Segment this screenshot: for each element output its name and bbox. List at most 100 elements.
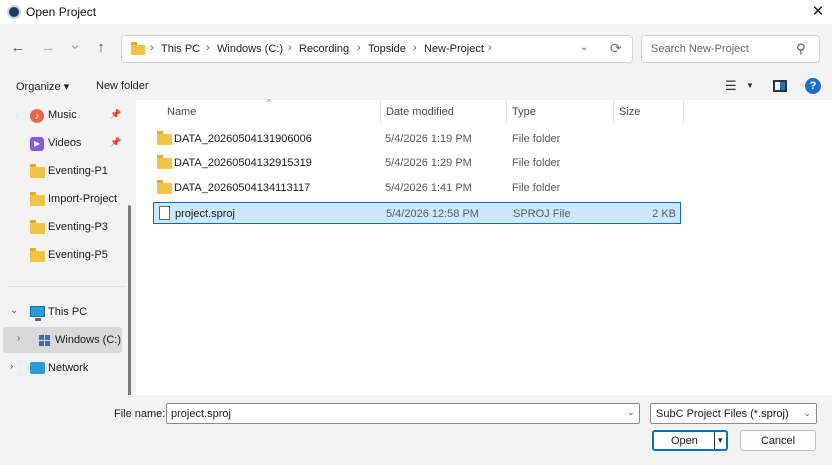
navigation-bar: ← → ⌄ ↑ › This PC › Windows (C:) › Recor… (0, 24, 832, 72)
cancel-button[interactable]: Cancel (740, 430, 816, 451)
file-type: SPROJ File (513, 208, 571, 220)
folder-icon (157, 180, 172, 194)
column-divider[interactable] (683, 100, 684, 124)
chevron-right-icon[interactable]: › (17, 333, 20, 344)
sidebar-item-videos[interactable]: ▶ Videos 📌 (0, 130, 124, 156)
sidebar-item-label: Eventing-P1 (48, 165, 108, 177)
sidebar-item-label: Eventing-P5 (48, 249, 108, 261)
file-name: DATA_20260504134113117 (174, 182, 311, 194)
view-dropdown-icon[interactable]: ▼ (746, 81, 754, 90)
column-header-type[interactable]: Type (512, 106, 536, 118)
file-date: 5/4/2026 1:41 PM (385, 182, 472, 194)
breadcrumb-recording[interactable]: Recording (299, 43, 349, 55)
pc-icon (30, 306, 45, 321)
file-name-field[interactable] (166, 403, 640, 424)
file-date: 5/4/2026 12:58 PM (386, 208, 479, 220)
chevron-right-icon[interactable]: › (10, 361, 13, 372)
file-type: File folder (512, 133, 561, 145)
table-row[interactable]: DATA_20260504131906006 5/4/2026 1:19 PM … (153, 128, 681, 150)
app-icon (7, 5, 21, 19)
sidebar-item-label: Network (48, 362, 89, 374)
column-header-date-modified[interactable]: Date modified (386, 106, 454, 118)
sidebar-item-eventing-p1[interactable]: Eventing-P1 (0, 158, 124, 184)
sidebar-item-label: Music (48, 109, 77, 121)
sidebar-item-label: Eventing-P3 (48, 221, 108, 233)
breadcrumb-separator-icon: › (413, 42, 417, 54)
search-placeholder: Search New-Project (651, 43, 749, 55)
column-divider[interactable] (613, 100, 614, 124)
pin-icon: 📌 (110, 137, 122, 147)
file-name-label: File name: (114, 408, 166, 420)
refresh-icon[interactable]: ⟳ (610, 40, 622, 57)
file-name-dropdown-icon[interactable]: ⌄ (627, 407, 635, 418)
pin-icon: 📌 (110, 109, 122, 119)
drive-icon (39, 335, 53, 347)
window-title: Open Project (26, 5, 97, 19)
sidebar-item-music[interactable]: ♪ Music 📌 (0, 102, 124, 128)
sidebar-divider (8, 286, 126, 287)
open-dropdown-icon[interactable]: ▾ (718, 435, 723, 446)
sidebar-item-import-project[interactable]: Import-Project (0, 186, 124, 212)
address-bar[interactable]: › This PC › Windows (C:) › Recording › T… (121, 35, 633, 63)
sidebar-item-label: Windows (C:) (55, 334, 122, 346)
breadcrumb-windows-c[interactable]: Windows (C:) (217, 43, 283, 55)
back-arrow-icon[interactable]: ← (8, 38, 28, 58)
close-icon[interactable]: ✕ (808, 2, 828, 22)
file-size: 2 KB (652, 208, 676, 220)
chevron-down-icon[interactable]: ⌄ (10, 305, 18, 316)
videos-icon: ▶ (30, 137, 44, 151)
open-button[interactable]: Open ▾ (652, 430, 728, 451)
folder-icon (157, 155, 172, 169)
open-button-label: Open (671, 435, 698, 447)
search-icon[interactable]: ⚲ (796, 41, 806, 57)
table-row[interactable]: DATA_20260504132915319 5/4/2026 1:29 PM … (153, 152, 681, 174)
sidebar-item-windows-c[interactable]: › Windows (C:) (3, 327, 122, 353)
up-arrow-icon[interactable]: ↑ (91, 38, 111, 58)
file-type: File folder (512, 182, 561, 194)
chevron-down-icon: ⌄ (803, 408, 811, 418)
preview-pane-icon[interactable] (773, 80, 787, 92)
sidebar-item-this-pc[interactable]: ⌄ This PC (0, 299, 124, 325)
forward-arrow-icon[interactable]: → (38, 38, 58, 58)
table-row[interactable]: DATA_20260504134113117 5/4/2026 1:41 PM … (153, 177, 681, 199)
column-divider[interactable] (380, 100, 381, 124)
column-divider[interactable] (506, 100, 507, 124)
sidebar-item-network[interactable]: › Network (0, 355, 124, 381)
folder-icon (30, 248, 45, 262)
new-folder-button[interactable]: New folder (96, 80, 149, 92)
file-type-select[interactable]: SubC Project Files (*.sproj) ⌄ (650, 403, 817, 424)
view-options-icon[interactable]: ☰ (725, 78, 737, 94)
folder-icon (30, 220, 45, 234)
file-date: 5/4/2026 1:29 PM (385, 157, 472, 169)
sidebar-item-label: Import-Project (48, 193, 118, 205)
file-type-filter-value: SubC Project Files (*.sproj) (656, 408, 789, 420)
breadcrumb-new-project[interactable]: New-Project (424, 43, 484, 55)
breadcrumb-separator-icon: › (357, 42, 361, 54)
sidebar-item-eventing-p5[interactable]: Eventing-P5 (0, 242, 124, 268)
file-name: DATA_20260504131906006 (174, 133, 312, 145)
search-input[interactable]: Search New-Project ⚲ (641, 35, 820, 63)
breadcrumb-separator-icon: › (488, 42, 492, 54)
file-type: File folder (512, 157, 561, 169)
help-icon[interactable]: ? (805, 78, 821, 94)
command-bar: Organize ▾ New folder ☰ ▼ ? (0, 72, 832, 100)
file-icon (159, 206, 170, 220)
file-name: DATA_20260504132915319 (174, 157, 312, 169)
table-row-selected[interactable]: project.sproj 5/4/2026 12:58 PM SPROJ Fi… (153, 202, 681, 224)
split-divider (714, 432, 715, 449)
column-header-size[interactable]: Size (619, 106, 640, 118)
sidebar-item-eventing-p3[interactable]: Eventing-P3 (0, 214, 124, 240)
recent-locations-icon[interactable]: ⌄ (65, 35, 85, 55)
sidebar-item-label: Videos (48, 137, 82, 149)
column-header-name[interactable]: Name (167, 106, 196, 118)
folder-icon (157, 131, 172, 145)
breadcrumb-separator-icon: › (288, 42, 292, 54)
music-icon: ♪ (30, 109, 44, 123)
organize-button[interactable]: Organize ▾ (16, 80, 69, 93)
sidebar-item-label: This PC (48, 306, 88, 318)
address-dropdown-icon[interactable]: ⌄ (580, 42, 588, 53)
sort-ascending-icon: ^ (267, 98, 271, 107)
folder-icon (131, 42, 145, 55)
breadcrumb-topside[interactable]: Topside (368, 43, 406, 55)
breadcrumb-this-pc[interactable]: This PC (161, 43, 200, 55)
